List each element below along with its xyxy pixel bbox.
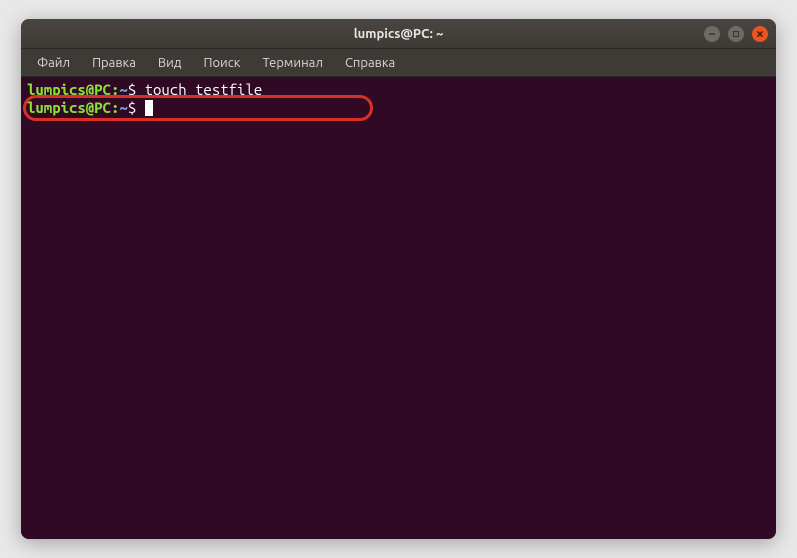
cursor — [145, 100, 153, 116]
menu-edit[interactable]: Правка — [82, 52, 146, 74]
minimize-icon — [708, 30, 716, 38]
terminal-window: lumpics@PC: ~ Файл Правка Вид — [21, 19, 776, 539]
menu-terminal[interactable]: Терминал — [252, 52, 332, 74]
prompt-symbol: $ — [128, 99, 136, 116]
minimize-button[interactable] — [704, 26, 720, 42]
maximize-icon — [732, 30, 740, 38]
command-text: touch testfile — [145, 81, 263, 98]
menubar: Файл Правка Вид Поиск Терминал Справка — [21, 49, 776, 77]
terminal-line: lumpics@PC:~$ — [27, 99, 770, 117]
terminal-line: lumpics@PC:~$ touch testfile — [27, 81, 770, 99]
prompt-path: ~ — [119, 81, 127, 98]
menu-file[interactable]: Файл — [27, 52, 80, 74]
prompt-path: ~ — [119, 99, 127, 116]
window-title: lumpics@PC: ~ — [21, 27, 776, 41]
prompt-user-host: lumpics@PC: — [27, 99, 119, 116]
terminal-body[interactable]: lumpics@PC:~$ touch testfile lumpics@PC:… — [21, 77, 776, 539]
window-titlebar[interactable]: lumpics@PC: ~ — [21, 19, 776, 49]
close-icon — [756, 30, 764, 38]
prompt-user-host: lumpics@PC: — [27, 81, 119, 98]
maximize-button[interactable] — [728, 26, 744, 42]
window-controls — [704, 26, 768, 42]
menu-search[interactable]: Поиск — [193, 52, 250, 74]
close-button[interactable] — [752, 26, 768, 42]
menu-view[interactable]: Вид — [148, 52, 192, 74]
prompt-symbol: $ — [128, 81, 136, 98]
menu-help[interactable]: Справка — [335, 52, 405, 74]
